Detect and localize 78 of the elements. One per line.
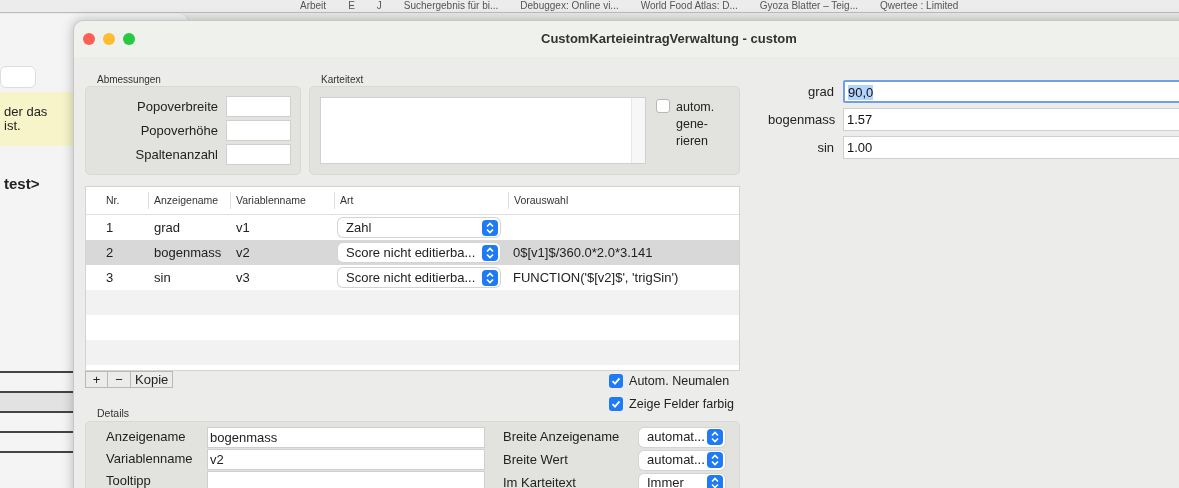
table-cell: 1 xyxy=(106,219,114,235)
bookmark-link[interactable]: E xyxy=(348,0,355,12)
group-title: Karteitext xyxy=(320,73,365,86)
input-field[interactable] xyxy=(226,144,291,165)
input-field[interactable]: v2 xyxy=(207,448,485,470)
table-cell: sin xyxy=(154,269,171,285)
remove-button[interactable]: − xyxy=(108,371,131,388)
add-button[interactable]: + xyxy=(85,371,108,388)
field-label: Anzeigename xyxy=(106,428,187,447)
field-label: Variablenname xyxy=(106,450,194,469)
bookmark-link[interactable]: Suchergebnis für bi... xyxy=(403,0,499,12)
text-area[interactable] xyxy=(320,97,646,164)
column-header[interactable]: Vorauswahl xyxy=(514,192,569,209)
window-title: CustomKarteieintragVerwaltung - custom xyxy=(541,30,797,49)
column-header[interactable]: Variablenname xyxy=(236,192,306,209)
popup-button[interactable]: Score nicht editierba... xyxy=(338,243,500,262)
close-button[interactable] xyxy=(83,33,95,45)
popup-button[interactable]: automat... xyxy=(639,427,725,447)
table-cell: v2 xyxy=(236,244,250,260)
input-field[interactable] xyxy=(226,96,291,117)
copy-button[interactable]: Kopie xyxy=(131,371,174,388)
field-label: Spaltenanzahl xyxy=(135,145,218,164)
zoom-button[interactable] xyxy=(123,33,135,45)
bookmark-link[interactable]: Debuggex: Online vi... xyxy=(520,0,619,12)
input-field[interactable] xyxy=(226,120,291,141)
field-label: grad xyxy=(806,82,834,101)
table-cell: grad xyxy=(154,219,181,235)
table-cell: v3 xyxy=(236,269,250,285)
popup-button[interactable]: automat... xyxy=(639,450,725,470)
field-label: Breite Anzeigename xyxy=(503,428,621,447)
stepper-icon xyxy=(707,475,723,488)
table-cell: v1 xyxy=(236,219,250,235)
search-field[interactable] xyxy=(0,66,36,88)
popup-button[interactable]: Immer xyxy=(639,473,725,488)
bookmark-link[interactable]: Gyoza Blatter – Teig... xyxy=(759,0,858,12)
input-field[interactable]: 1.57 xyxy=(843,108,1179,131)
checkbox[interactable] xyxy=(609,397,624,412)
field-label: Popoverhöhe xyxy=(140,121,218,140)
input-field[interactable]: 1.00 xyxy=(843,136,1179,159)
stepper-icon xyxy=(707,429,723,445)
group-title: Abmessungen xyxy=(96,73,162,86)
bookmark-link[interactable]: J xyxy=(376,0,382,12)
field-label: Popoverbreite xyxy=(137,97,218,116)
bookmark-link[interactable]: Arbeit xyxy=(300,0,327,12)
stepper-icon xyxy=(482,269,498,286)
popup-button[interactable]: Zahl xyxy=(338,218,500,237)
column-header[interactable]: Art xyxy=(340,192,354,209)
popup-button[interactable]: Score nicht editierba... xyxy=(338,268,500,287)
stepper-icon xyxy=(707,452,723,468)
input-field[interactable]: bogenmass xyxy=(207,426,485,448)
table-cell: bogenmass xyxy=(154,244,222,260)
bookmark-link[interactable]: Qwertee : Limited xyxy=(879,0,959,12)
table-cell: 3 xyxy=(106,269,114,285)
checkbox[interactable] xyxy=(609,374,624,389)
column-header[interactable]: Nr. xyxy=(106,192,120,209)
notice-text: ist. xyxy=(4,119,22,133)
stepper-icon xyxy=(482,244,498,261)
checkbox[interactable] xyxy=(656,99,670,113)
field-label: Im Karteitext xyxy=(503,474,577,488)
field-label: sin xyxy=(816,138,834,157)
input-field[interactable]: 90,0 xyxy=(843,80,1179,103)
field-label: Tooltipp xyxy=(106,472,152,488)
table-cell: 2 xyxy=(106,244,114,260)
field-label: bogenmass xyxy=(768,110,834,129)
minimize-button[interactable] xyxy=(103,33,115,45)
bookmark-link[interactable]: World Food Atlas: D... xyxy=(640,0,738,12)
checkbox-label: Autom. Neumalen xyxy=(629,373,730,390)
checkbox-label: autom. gene- rieren xyxy=(676,99,715,150)
checkbox-label: Zeige Felder farbig xyxy=(629,395,734,413)
table-row[interactable]: 2 bogenmass v2 Score nicht editierba... 0$[v1]$/360.0*2.0*3.141 xyxy=(86,240,739,265)
stepper-icon xyxy=(482,219,498,236)
column-header[interactable]: Anzeigename xyxy=(154,192,219,209)
field-label: Breite Wert xyxy=(503,451,569,470)
input-field[interactable] xyxy=(207,470,485,488)
table-cell: 0$[v1]$/360.0*2.0*3.141 xyxy=(513,244,653,260)
notice-text: der das xyxy=(4,105,48,119)
section-heading: test> xyxy=(4,175,40,192)
table-cell: FUNCTION('$[v2]$', 'trigSin') xyxy=(513,269,679,285)
